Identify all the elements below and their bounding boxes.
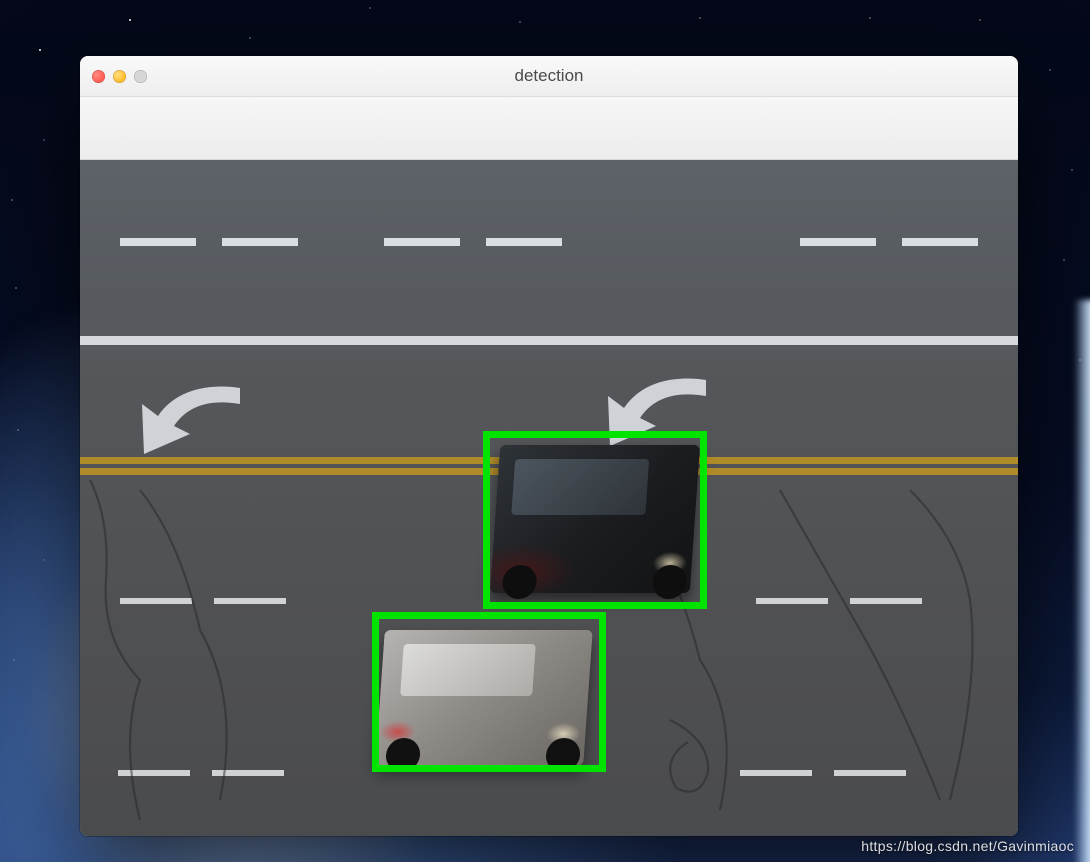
window-titlebar[interactable]: detection bbox=[80, 56, 1018, 97]
window-title: detection bbox=[80, 66, 1018, 86]
detection-box bbox=[372, 612, 606, 772]
desktop-background: detection bbox=[0, 0, 1090, 862]
watermark-text: https://blog.csdn.net/Gavinmiaoc bbox=[861, 838, 1074, 854]
close-icon[interactable] bbox=[92, 70, 105, 83]
window-toolbar bbox=[80, 97, 1018, 160]
zoom-icon[interactable] bbox=[134, 70, 147, 83]
minimize-icon[interactable] bbox=[113, 70, 126, 83]
traffic-lights bbox=[92, 70, 147, 83]
turn-arrow-icon bbox=[120, 374, 280, 474]
image-viewport bbox=[80, 160, 1018, 836]
detection-window: detection bbox=[80, 56, 1018, 836]
detection-box bbox=[483, 431, 707, 609]
road-image bbox=[80, 160, 1018, 836]
